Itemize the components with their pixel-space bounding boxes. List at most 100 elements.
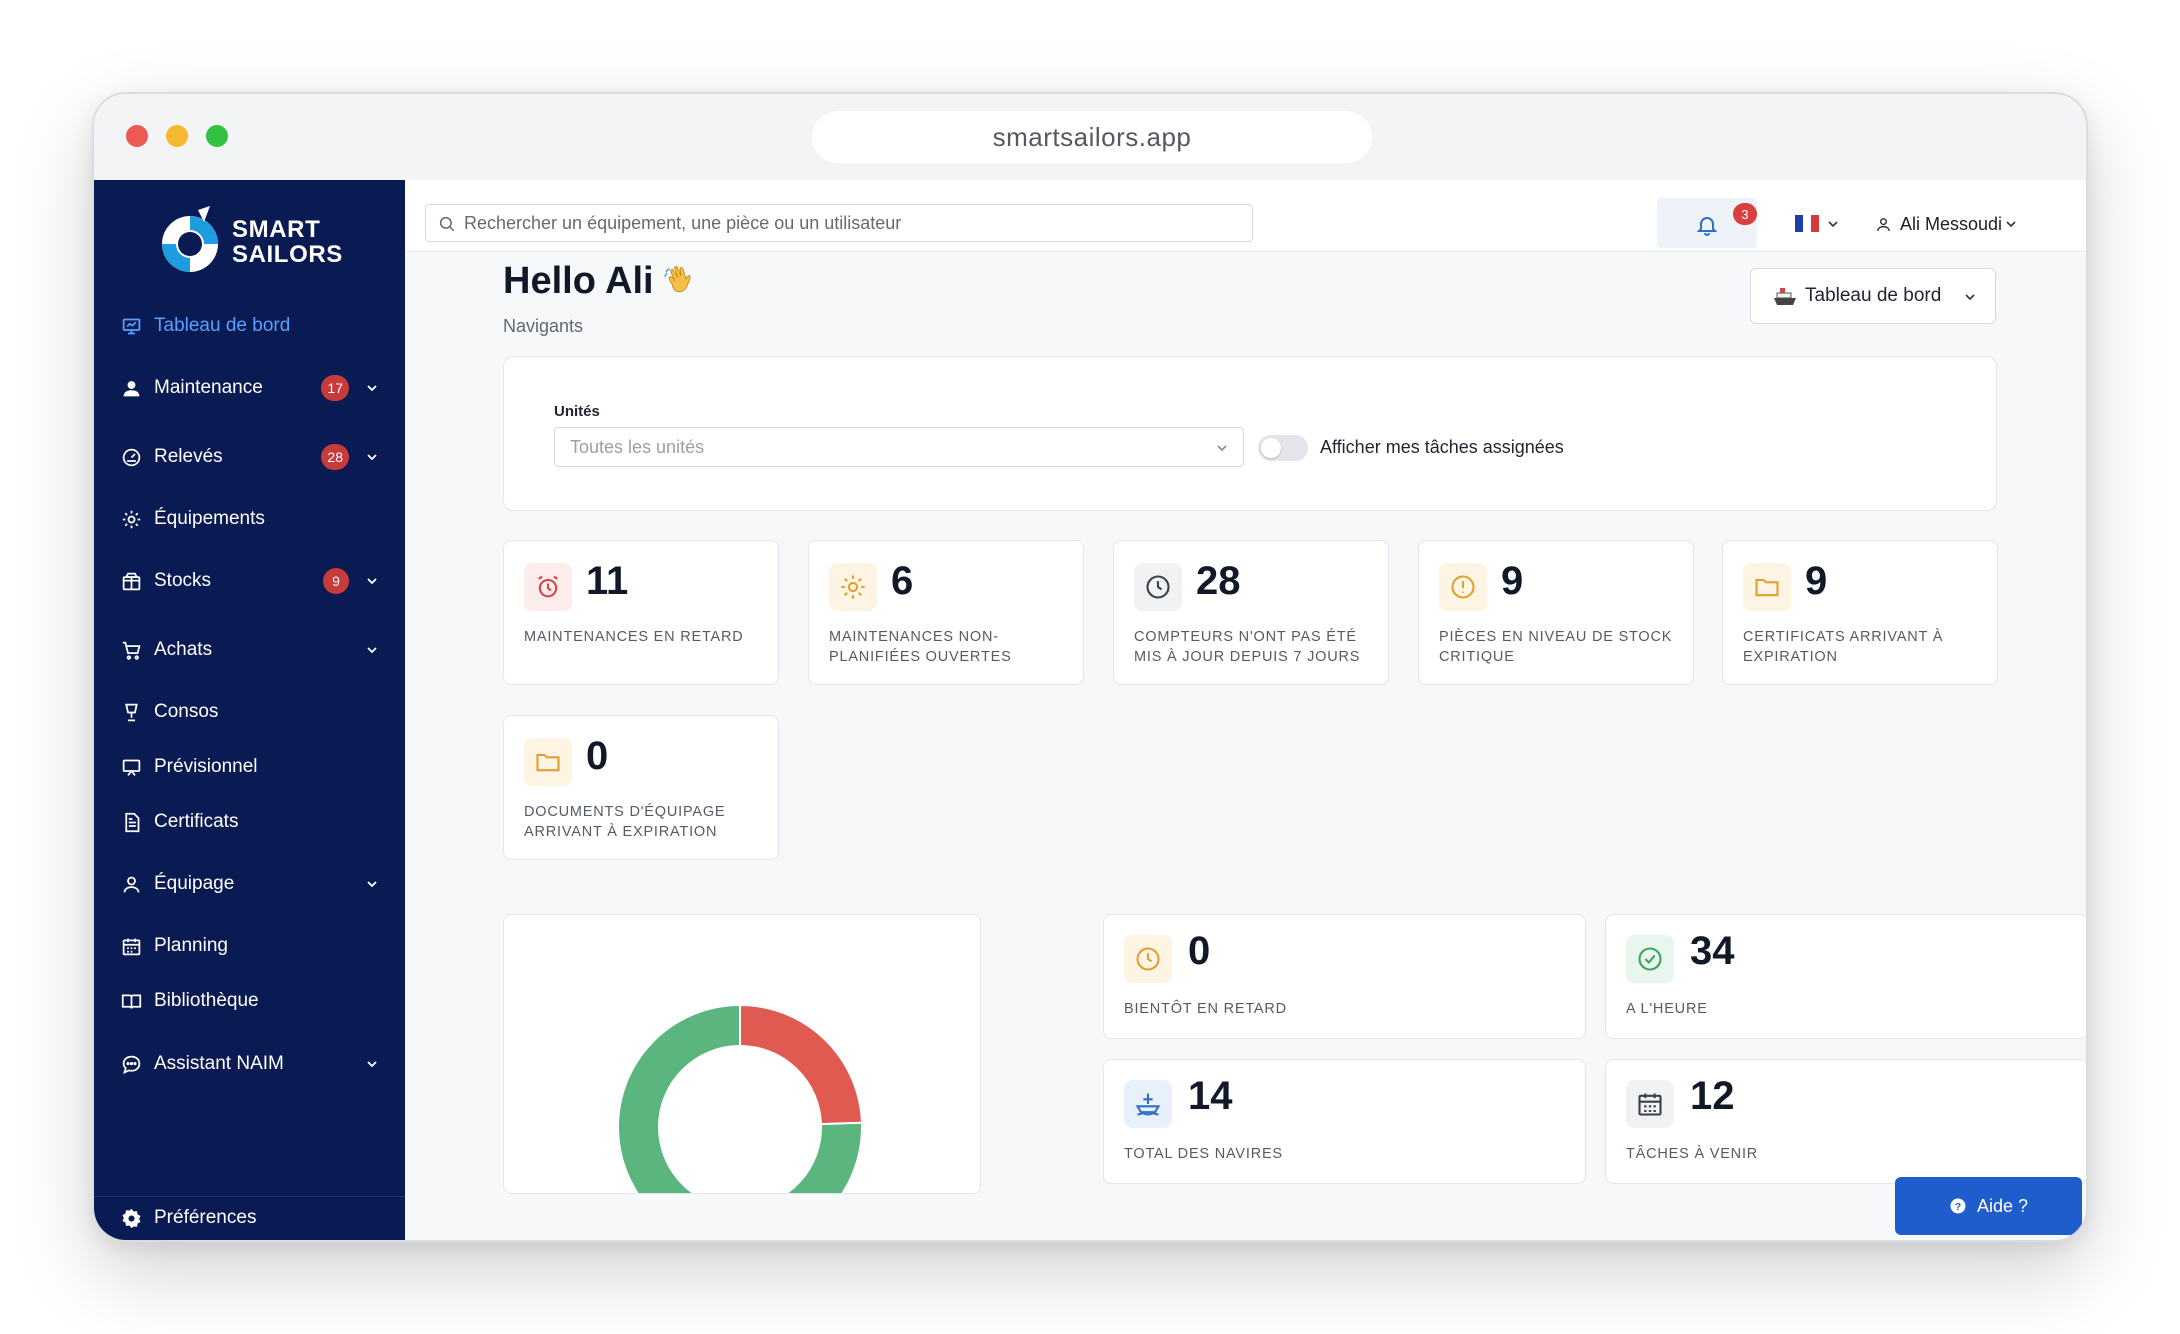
toggle-label: Afficher mes tâches assignées [1320,437,1564,457]
stat-card-total-navires[interactable]: 14 TOTAL DES NAVIRES [1103,1059,1586,1184]
stat-card-compteurs[interactable]: 28 COMPTEURS N'ONT PAS ÉTÉ MIS À JOUR DE… [1113,540,1389,685]
stat-card-certificats-expiration[interactable]: 9 CERTIFICATS ARRIVANT À EXPIRATION [1722,540,1998,685]
chevron-down-icon [1217,445,1227,452]
maximize-window-button[interactable] [206,125,228,147]
user-menu[interactable]: Ali Messoudi [1875,206,2018,242]
sidebar-item-releves[interactable]: Relevés 28 [94,437,405,477]
sidebar-item-achats[interactable]: Achats [94,630,405,670]
sidebar-item-label: Relevés [154,446,223,467]
chevron-down-icon[interactable] [1826,217,1840,231]
donut-chart [617,1003,863,1193]
cup-icon [120,701,142,723]
assigned-tasks-toggle[interactable] [1258,435,1308,461]
chevron-down-icon[interactable] [365,450,379,464]
page-title: Hello Ali [503,260,702,303]
stat-label: MAINTENANCES NON-PLANIFIÉES OUVERTES [829,629,1012,665]
chat-icon [120,1053,142,1075]
language-flag-fr-icon[interactable] [1795,215,1819,232]
stat-card-a-l-heure[interactable]: 34 A L'HEURE [1605,914,2086,1039]
settings-icon [120,1207,142,1229]
gauge-icon [120,446,142,468]
stat-value: 0 [1188,929,1211,973]
sidebar-item-preferences[interactable]: Préférences [94,1198,405,1238]
sidebar-item-assistant-naim[interactable]: Assistant NAIM [94,1044,405,1084]
dashboard-select[interactable]: Tableau de bord [1750,268,1996,324]
calendar-icon [120,935,142,957]
chevron-down-icon [2006,221,2016,228]
stat-card-pieces-stock-critique[interactable]: 9 PIÈCES EN NIVEAU DE STOCK CRITIQUE [1418,540,1694,685]
minimize-window-button[interactable] [166,125,188,147]
sidebar-divider [94,1196,405,1197]
sidebar-item-consos[interactable]: Consos [94,692,405,732]
stat-value: 14 [1188,1074,1233,1118]
top-bar: Rechercher un équipement, une pièce ou u… [405,180,2086,252]
sidebar-item-maintenance[interactable]: Maintenance 17 [94,368,405,408]
unites-placeholder: Toutes les unités [570,436,705,457]
sidebar-item-stocks[interactable]: Stocks 9 [94,561,405,601]
brand-name-line1: SMART [232,216,321,243]
book-icon [120,990,142,1012]
unites-select[interactable]: Toutes les unités [554,427,1244,467]
sidebar-item-bibliotheque[interactable]: Bibliothèque [94,981,405,1021]
ship-icon [1124,1080,1172,1128]
stat-value: 11 [586,559,629,603]
brand-logo[interactable]: SMART SAILORS [160,204,360,280]
sidebar-item-label: Planning [154,935,228,956]
chevron-down-icon[interactable] [365,1057,379,1071]
maintenance-status-chart-card [503,914,981,1194]
unites-label: Unités [554,403,600,420]
waving-hand-icon [663,265,691,292]
stat-label: DOCUMENTS D'ÉQUIPAGE ARRIVANT À EXPIRATI… [524,804,726,840]
close-window-button[interactable] [126,125,148,147]
stat-value: 34 [1690,929,1735,973]
sidebar-item-certificats[interactable]: Certificats [94,802,405,842]
greeting-text: Hello Ali [503,260,654,302]
stat-label: TOTAL DES NAVIRES [1124,1146,1283,1162]
notifications-button[interactable]: 3 [1657,198,1757,248]
sidebar-item-label: Équipements [154,508,265,529]
question-circle-icon: ? [1950,1198,1966,1214]
search-placeholder: Rechercher un équipement, une pièce ou u… [464,212,902,233]
brand-logo-mark [162,206,218,272]
clock-icon [1134,563,1182,611]
stat-value: 12 [1690,1074,1735,1118]
main-area: Rechercher un équipement, une pièce ou u… [405,180,2086,1240]
sidebar-item-tableau-de-bord[interactable]: Tableau de bord [94,306,405,346]
sidebar-item-label: Tableau de bord [154,315,291,336]
stat-card-maintenances-non-planifiees[interactable]: 6 MAINTENANCES NON-PLANIFIÉES OUVERTES [808,540,1084,685]
alert-circle-icon [1439,563,1487,611]
sidebar-item-equipage[interactable]: Équipage [94,864,405,904]
help-button[interactable]: ? Aide ? [1895,1177,2082,1235]
cart-icon [120,639,142,661]
stat-card-taches-a-venir[interactable]: 12 TÂCHES À VENIR [1605,1059,2086,1184]
sidebar-item-label: Achats [154,639,213,660]
page-subtitle: Navigants [503,316,584,336]
stat-card-bientot-en-retard[interactable]: 0 BIENTÔT EN RETARD [1103,914,1586,1039]
sidebar-item-label: Assistant NAIM [154,1053,284,1074]
stat-card-documents-equipage[interactable]: 0 DOCUMENTS D'ÉQUIPAGE ARRIVANT À EXPIRA… [503,715,779,860]
sidebar-item-previsionnel[interactable]: Prévisionnel [94,747,405,787]
sidebar-item-planning[interactable]: Planning [94,926,405,966]
chevron-down-icon[interactable] [365,574,379,588]
stat-value: 9 [1805,559,1828,603]
user-name: Ali Messoudi [1900,213,2003,234]
chevron-down-icon[interactable] [365,643,379,657]
dashboard-select-value: Tableau de bord [1805,285,1942,306]
chevron-down-icon[interactable] [365,877,379,891]
board-icon [120,756,142,778]
donut-slice-0[interactable] [739,1003,863,1126]
search-input[interactable]: Rechercher un équipement, une pièce ou u… [425,204,1253,242]
clock-icon [1124,935,1172,983]
sidebar-item-equipements[interactable]: Équipements [94,499,405,539]
help-button-label: Aide ? [1976,1195,2029,1216]
chevron-down-icon[interactable] [365,381,379,395]
browser-window: smartsailors.app SMART SAILORS Tableau d… [92,92,2088,1242]
stat-value: 28 [1196,559,1241,603]
sidebar-item-label: Consos [154,701,219,722]
search-icon [439,216,455,232]
sidebar-item-label: Préférences [154,1207,257,1228]
stat-label: MAINTENANCES EN RETARD [524,629,744,645]
address-bar[interactable]: smartsailors.app [812,111,1372,163]
ship-icon [1774,288,1796,305]
stat-card-maintenances-en-retard[interactable]: 11 MAINTENANCES EN RETARD [503,540,779,685]
